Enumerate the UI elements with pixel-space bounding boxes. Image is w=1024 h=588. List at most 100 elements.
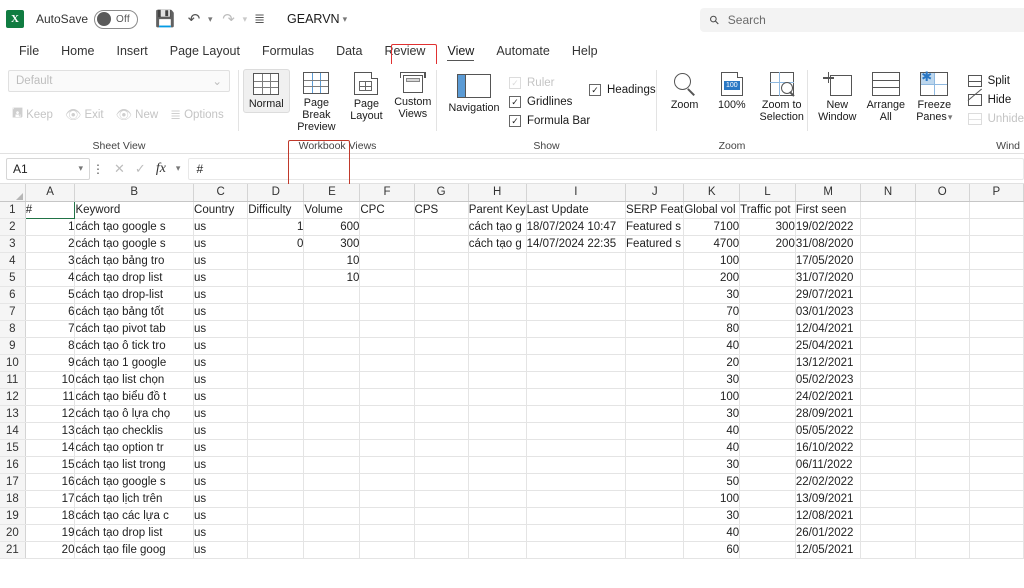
cell-h13[interactable]	[468, 405, 527, 423]
cell-k6[interactable]: 30	[683, 286, 741, 304]
cell-j21[interactable]	[625, 541, 685, 559]
cell-c21[interactable]: us	[193, 541, 249, 559]
row-header-14[interactable]: 14	[0, 422, 26, 440]
cell-i9[interactable]	[526, 337, 627, 355]
checkbox-formula-bar[interactable]: ✓ Formula Bar	[509, 115, 590, 127]
cell-c17[interactable]: us	[193, 473, 249, 491]
cell-j16[interactable]	[625, 456, 685, 474]
sheet-view-keep-button[interactable]: 🖪 Keep	[8, 104, 57, 126]
cell-o20[interactable]	[915, 524, 970, 542]
cell-k7[interactable]: 70	[683, 303, 741, 321]
cell-c7[interactable]: us	[193, 303, 249, 321]
cell-j8[interactable]	[625, 320, 685, 338]
cell-f4[interactable]	[359, 252, 415, 270]
cell-j2[interactable]: Featured s	[625, 218, 685, 236]
hide-button[interactable]: Hide	[967, 88, 1024, 106]
cell-c4[interactable]: us	[193, 252, 249, 270]
cell-n2[interactable]	[860, 218, 916, 236]
row-header-17[interactable]: 17	[0, 473, 26, 491]
cell-e9[interactable]	[303, 337, 361, 355]
cell-l14[interactable]	[739, 422, 796, 440]
cell-l4[interactable]	[739, 252, 796, 270]
cell-g9[interactable]	[414, 337, 469, 355]
cell-b7[interactable]: cách tạo bảng tốt	[74, 303, 195, 321]
cell-h1[interactable]: Parent Key	[468, 201, 527, 219]
tab-automate[interactable]: Automate	[485, 41, 561, 61]
cell-g16[interactable]	[414, 456, 469, 474]
cell-i20[interactable]	[526, 524, 627, 542]
cell-g6[interactable]	[414, 286, 469, 304]
cell-m5[interactable]: 31/07/2020	[795, 269, 862, 287]
cell-f12[interactable]	[359, 388, 415, 406]
cell-i7[interactable]	[526, 303, 627, 321]
cell-o10[interactable]	[915, 354, 970, 372]
cell-p9[interactable]	[969, 337, 1024, 355]
cell-h17[interactable]	[468, 473, 527, 491]
cell-m8[interactable]: 12/04/2021	[795, 320, 862, 338]
cell-f13[interactable]	[359, 405, 415, 423]
cell-o19[interactable]	[915, 507, 970, 525]
cell-a11[interactable]: 10	[25, 371, 76, 389]
cell-i13[interactable]	[526, 405, 627, 423]
cell-f10[interactable]	[359, 354, 415, 372]
cell-e16[interactable]	[303, 456, 361, 474]
qat-overflow-icon[interactable]: ≣	[254, 11, 265, 27]
cell-k20[interactable]: 40	[683, 524, 741, 542]
cell-g18[interactable]	[414, 490, 469, 508]
cell-l1[interactable]: Traffic pot	[739, 201, 796, 219]
cell-l3[interactable]: 200	[739, 235, 796, 253]
cell-g3[interactable]	[414, 235, 469, 253]
cell-d5[interactable]	[247, 269, 305, 287]
cell-p3[interactable]	[969, 235, 1024, 253]
column-header-f[interactable]: F	[359, 184, 415, 202]
cell-i10[interactable]	[526, 354, 627, 372]
cell-f6[interactable]	[359, 286, 415, 304]
cell-a18[interactable]: 17	[25, 490, 76, 508]
sheet-view-exit-button[interactable]: 👁 Exit	[61, 107, 108, 123]
zoom-button[interactable]: Zoom	[662, 69, 707, 113]
cell-a16[interactable]: 15	[25, 456, 76, 474]
cell-p5[interactable]	[969, 269, 1024, 287]
cell-h4[interactable]	[468, 252, 527, 270]
column-header-n[interactable]: N	[860, 184, 916, 202]
cell-c8[interactable]: us	[193, 320, 249, 338]
redo-dropdown-caret-icon[interactable]: ▾	[243, 14, 248, 25]
cell-g20[interactable]	[414, 524, 469, 542]
new-window-button[interactable]: New Window	[814, 69, 861, 125]
cell-e1[interactable]: Volume	[303, 201, 361, 219]
cell-c1[interactable]: Country	[193, 201, 249, 219]
cell-l13[interactable]	[739, 405, 796, 423]
cell-e8[interactable]	[303, 320, 361, 338]
column-header-j[interactable]: J	[625, 184, 685, 202]
zoom-to-selection-button[interactable]: Zoom to Selection	[756, 69, 807, 125]
cell-n12[interactable]	[860, 388, 916, 406]
cell-a20[interactable]: 19	[25, 524, 76, 542]
tab-insert[interactable]: Insert	[106, 41, 159, 61]
cell-i6[interactable]	[526, 286, 627, 304]
cell-m21[interactable]: 12/05/2021	[795, 541, 862, 559]
cell-e13[interactable]	[303, 405, 361, 423]
cell-i4[interactable]	[526, 252, 627, 270]
cell-d1[interactable]: Difficulty	[247, 201, 305, 219]
row-header-20[interactable]: 20	[0, 524, 26, 542]
row-header-9[interactable]: 9	[0, 337, 26, 355]
row-header-12[interactable]: 12	[0, 388, 26, 406]
column-header-l[interactable]: L	[739, 184, 796, 202]
normal-view-button[interactable]: Normal	[243, 69, 290, 113]
cell-g17[interactable]	[414, 473, 469, 491]
redo-button[interactable]: ↷	[216, 7, 242, 31]
cell-c11[interactable]: us	[193, 371, 249, 389]
cell-i3[interactable]: 14/07/2024 22:35	[526, 235, 627, 253]
cell-n16[interactable]	[860, 456, 916, 474]
cell-p20[interactable]	[969, 524, 1024, 542]
cell-l7[interactable]	[739, 303, 796, 321]
cell-h12[interactable]	[468, 388, 527, 406]
cell-b1[interactable]: Keyword	[74, 201, 195, 219]
cell-h11[interactable]	[468, 371, 527, 389]
cell-j4[interactable]	[625, 252, 685, 270]
cell-f7[interactable]	[359, 303, 415, 321]
row-header-16[interactable]: 16	[0, 456, 26, 474]
cell-d3[interactable]: 0	[247, 235, 305, 253]
save-button[interactable]: 💾	[152, 7, 178, 31]
insert-function-icon[interactable]: fx	[156, 161, 166, 177]
